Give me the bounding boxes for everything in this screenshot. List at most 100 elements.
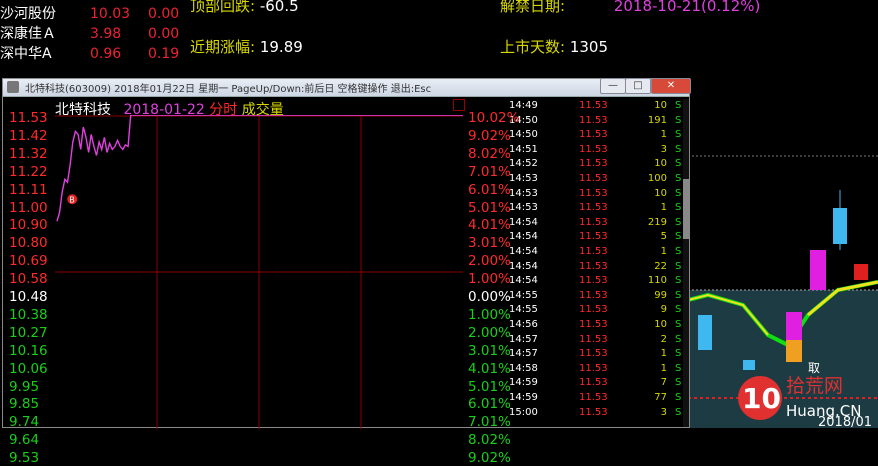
tick-row[interactable]: 14:59 11.53 77 S [507, 391, 689, 406]
price-tick-label: 9.64 [9, 432, 40, 449]
tick-side: S [675, 319, 682, 330]
tick-row[interactable]: 14:55 11.53 9 S [507, 303, 689, 318]
tick-time: 14:54 [509, 260, 538, 272]
scroll-thumb[interactable] [683, 179, 689, 239]
tick-price: 11.53 [579, 319, 608, 330]
tick-price: 11.53 [579, 173, 608, 184]
stock-row[interactable]: 沙河股份 10.03 0.00 [0, 4, 185, 24]
tick-price: 11.53 [579, 406, 608, 418]
price-tick-label: 11.11 [9, 181, 48, 198]
maximize-button[interactable]: □ [625, 78, 651, 94]
percent-tick-label: 6.01% [468, 396, 511, 413]
tick-row[interactable]: 14:49 11.53 10 S [507, 99, 689, 114]
tick-volume: 110 [647, 275, 667, 287]
buy-marker-label: B [69, 195, 74, 204]
tick-time: 14:54 [509, 216, 538, 228]
chart-option-box[interactable] [453, 99, 465, 111]
tick-time: 14:59 [509, 392, 538, 403]
tick-row[interactable]: 14:56 11.53 10 S [507, 318, 689, 333]
tick-row[interactable]: 14:57 11.53 1 S [507, 347, 689, 362]
price-tick-label: 10.27 [9, 324, 48, 341]
listed-days-info: 上市天数: 1305 [500, 38, 609, 56]
tick-volume: 9 [660, 304, 667, 316]
price-tick-label: 10.90 [9, 217, 48, 234]
tick-row[interactable]: 14:58 11.53 1 S [507, 362, 689, 377]
tick-row[interactable]: 14:54 11.53 219 S [507, 216, 689, 231]
tick-side: S [675, 246, 682, 257]
tick-time: 14:53 [509, 187, 538, 199]
tick-price: 11.53 [579, 246, 608, 257]
tick-row[interactable]: 14:53 11.53 100 S [507, 172, 689, 187]
tick-volume: 3 [660, 143, 667, 155]
tick-volume: 10 [654, 187, 667, 199]
percent-tick-label: 5.01% [468, 378, 511, 395]
tick-volume: 7 [660, 377, 667, 389]
tick-row[interactable]: 14:53 11.53 1 S [507, 201, 689, 216]
intraday-window[interactable]: 北特科技(603009) 2018年01月22日 星期一 PageUp/Down… [2, 78, 691, 465]
tick-row[interactable]: 14:54 11.53 22 S [507, 260, 689, 275]
tick-time: 14:55 [509, 289, 538, 301]
tick-side: S [675, 173, 682, 184]
tick-row[interactable]: 14:51 11.53 3 S [507, 143, 689, 158]
price-tick-label: 11.00 [9, 199, 48, 216]
tick-row[interactable]: 14:50 11.53 1 S [507, 128, 689, 143]
tick-side: S [675, 392, 682, 403]
percent-tick-label: 4.01% [468, 217, 511, 234]
tick-volume: 77 [654, 392, 667, 403]
tick-volume: 1 [660, 129, 667, 141]
tick-time: 15:00 [509, 406, 538, 418]
tick-side: S [675, 362, 682, 374]
tick-side: S [675, 158, 682, 170]
price-tick-label: 10.58 [9, 271, 48, 288]
tick-price: 11.53 [579, 129, 608, 141]
tick-row[interactable]: 14:54 11.53 110 S [507, 274, 689, 289]
tick-price: 11.53 [579, 362, 608, 374]
percent-tick-label: 3.01% [468, 235, 511, 252]
tick-side: S [675, 216, 682, 228]
tick-side: S [675, 143, 682, 155]
percent-tick-label: 7.01% [468, 414, 511, 431]
tick-volume: 219 [647, 216, 667, 228]
price-tick-label: 9.74 [9, 414, 40, 431]
intraday-chart[interactable]: B [55, 115, 463, 429]
tick-time: 14:55 [509, 304, 538, 316]
tick-row[interactable]: 14:57 11.53 2 S [507, 333, 689, 348]
tick-row[interactable]: 14:54 11.53 5 S [507, 230, 689, 245]
price-tick-label: 10.06 [9, 360, 48, 377]
tick-row[interactable]: 14:50 11.53 191 S [507, 114, 689, 129]
tick-price: 11.53 [579, 333, 608, 345]
tick-row[interactable]: 14:59 11.53 7 S [507, 376, 689, 391]
tick-row[interactable]: 14:54 11.53 1 S [507, 245, 689, 260]
tick-volume: 22 [654, 260, 667, 272]
tick-volume: 99 [654, 289, 667, 301]
tick-price: 11.53 [579, 304, 608, 316]
close-button[interactable]: ✕ [651, 78, 691, 94]
site-logo: 10 拾荒网 Huang.CN [734, 366, 874, 426]
tick-price: 11.53 [579, 143, 608, 155]
price-tick-label: 9.85 [9, 396, 40, 413]
tick-time: 14:56 [509, 319, 538, 330]
tick-scrollbar[interactable] [683, 99, 689, 427]
tick-price: 11.53 [579, 289, 608, 301]
tick-time: 14:52 [509, 158, 538, 170]
price-line [56, 115, 463, 222]
svg-text:10: 10 [742, 382, 781, 415]
tick-side: S [675, 377, 682, 389]
tick-side: S [675, 348, 682, 360]
tick-price: 11.53 [579, 100, 608, 111]
tick-time: 14:54 [509, 231, 538, 243]
tick-row[interactable]: 15:00 11.53 3 S [507, 406, 689, 421]
tick-side: S [675, 129, 682, 141]
minimize-button[interactable]: — [600, 78, 626, 94]
tick-row[interactable]: 14:53 11.53 10 S [507, 187, 689, 202]
window-titlebar[interactable]: 北特科技(603009) 2018年01月22日 星期一 PageUp/Down… [3, 79, 689, 97]
tick-row[interactable]: 14:52 11.53 10 S [507, 157, 689, 172]
tick-price: 11.53 [579, 231, 608, 243]
tick-time: 14:57 [509, 333, 538, 345]
stock-row[interactable]: 深中华A 0.96 0.19 [0, 44, 185, 64]
stock-row[interactable]: 深康佳Ａ 3.98 0.00 [0, 24, 185, 44]
percent-tick-label: 4.01% [468, 360, 511, 377]
tick-row[interactable]: 14:55 11.53 99 S [507, 289, 689, 304]
percent-tick-label: 9.02% [468, 127, 511, 144]
percent-tick-label: 1.00% [468, 271, 511, 288]
